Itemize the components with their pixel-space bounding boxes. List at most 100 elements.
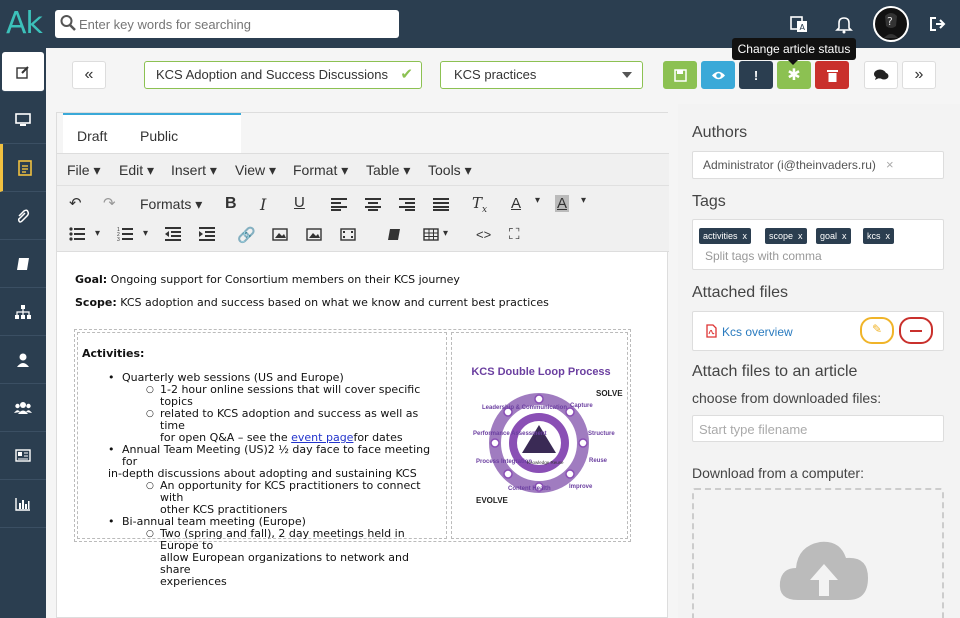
remove-author-icon[interactable]: ×: [886, 157, 894, 172]
category-select[interactable]: KCS practices: [440, 61, 643, 89]
preview-button[interactable]: [701, 61, 735, 89]
important-button[interactable]: !: [739, 61, 773, 89]
formats-dropdown[interactable]: Formats ▾: [140, 196, 202, 213]
activities-cell[interactable]: Activities: Quarterly web sessions (US a…: [77, 332, 447, 588]
fullscreen-icon[interactable]: ⛶: [509, 226, 520, 243]
app-logo[interactable]: Ak: [6, 6, 43, 41]
tab-public-version[interactable]: Public version: [126, 113, 241, 186]
redo-icon[interactable]: ↷: [103, 194, 116, 212]
back-button[interactable]: «: [72, 61, 106, 89]
outdent-icon[interactable]: [165, 227, 181, 241]
scope-label: Scope:: [75, 296, 117, 309]
list-item: An opportunity for KCS practitioners to …: [82, 480, 442, 504]
italic-icon[interactable]: I: [260, 195, 266, 214]
search-box[interactable]: [55, 10, 399, 38]
sidebar-item-users[interactable]: [0, 384, 46, 432]
sidebar-item-user[interactable]: [0, 336, 46, 384]
authors-field[interactable]: Administrator (i@theinvaders.ru) ×: [692, 151, 944, 179]
diagram-cell[interactable]: KCS Double Loop Process SOLVE EVOLVE Cap…: [451, 332, 628, 539]
bullet-list-dropdown[interactable]: ▾: [95, 228, 100, 239]
attached-files-heading: Attached files: [692, 284, 789, 301]
tag-remove-icon[interactable]: x: [842, 231, 847, 241]
logout-icon[interactable]: [928, 14, 948, 34]
template-book-icon[interactable]: [387, 228, 401, 241]
user-avatar[interactable]: ?: [873, 6, 909, 42]
tag-remove-icon[interactable]: x: [743, 231, 748, 241]
align-justify-icon[interactable]: [433, 198, 449, 211]
menu-insert[interactable]: Insert ▾: [171, 162, 217, 179]
code-icon[interactable]: <>: [476, 227, 491, 242]
sidebar-item-book[interactable]: [0, 240, 46, 288]
menu-edit-label: Edit: [119, 162, 144, 178]
file-link[interactable]: Kcs overview: [722, 325, 793, 339]
comments-button[interactable]: [864, 61, 898, 89]
clear-format-icon[interactable]: Tx: [472, 194, 487, 215]
content-table: Activities: Quarterly web sessions (US a…: [74, 329, 631, 588]
sidebar-item-structure[interactable]: [0, 288, 46, 336]
article-title-value: KCS Adoption and Success Discussions: [156, 67, 388, 82]
tag-activities[interactable]: activities x: [699, 228, 752, 244]
bell-icon[interactable]: [834, 14, 854, 34]
menu-format[interactable]: Format ▾: [293, 162, 348, 179]
upload-dropzone[interactable]: [692, 488, 944, 618]
tag-scope[interactable]: scope x: [765, 228, 807, 244]
svg-text:A: A: [800, 23, 806, 32]
table-dropdown[interactable]: ▾: [443, 228, 448, 239]
translate-icon[interactable]: A: [789, 14, 809, 34]
save-button[interactable]: [663, 61, 697, 89]
remove-file-button[interactable]: [899, 317, 933, 344]
menu-view[interactable]: View ▾: [235, 162, 276, 179]
diagram-structure: Structure: [588, 431, 615, 437]
editor-content[interactable]: Goal: Ongoing support for Consortium mem…: [75, 273, 655, 319]
sidebar-item-stats[interactable]: [0, 480, 46, 528]
align-center-icon[interactable]: [365, 198, 381, 211]
tag-goal[interactable]: goal x: [816, 228, 851, 244]
align-right-icon[interactable]: [399, 198, 415, 211]
category-value: KCS practices: [454, 67, 537, 82]
bg-color-icon[interactable]: A: [555, 195, 570, 212]
media-icon[interactable]: [340, 228, 356, 241]
menu-file[interactable]: File ▾: [67, 162, 100, 179]
tag-remove-icon[interactable]: x: [798, 231, 803, 241]
image-gallery-icon[interactable]: [306, 228, 322, 241]
bullet-list-icon[interactable]: [69, 227, 85, 241]
sidebar-item-news[interactable]: [0, 432, 46, 480]
tag-remove-icon[interactable]: x: [886, 231, 891, 241]
bold-icon[interactable]: B: [225, 195, 237, 213]
tag-kcs[interactable]: kcs x: [863, 228, 895, 244]
activities-label: Activities:: [82, 347, 145, 360]
undo-icon[interactable]: ↶: [69, 194, 82, 212]
book-icon: [17, 257, 29, 270]
sidebar-item-attachments[interactable]: [0, 192, 46, 240]
bg-color-dropdown[interactable]: ▾: [581, 195, 586, 206]
numbered-list-dropdown[interactable]: ▾: [143, 228, 148, 239]
menu-tools[interactable]: Tools ▾: [428, 162, 472, 179]
table-icon[interactable]: [423, 228, 439, 241]
menu-edit[interactable]: Edit ▾: [119, 162, 154, 179]
tab-draft[interactable]: Draft: [63, 113, 126, 153]
sidebar-item-desktop[interactable]: [0, 96, 46, 144]
filename-input[interactable]: Start type filename: [692, 415, 944, 442]
sidebar-item-edit[interactable]: [2, 52, 44, 92]
delete-button[interactable]: [815, 61, 849, 89]
editor-menubar: File ▾ Edit ▾ Insert ▾ View ▾ Format ▾ T…: [57, 153, 669, 186]
edit-file-button[interactable]: ✎: [860, 317, 894, 344]
align-left-icon[interactable]: [331, 198, 347, 211]
link-icon[interactable]: 🔗: [237, 226, 256, 244]
list-item: 1-2 hour online sessions that will cover…: [82, 384, 442, 408]
search-input[interactable]: [79, 14, 389, 34]
list-item-cont: allow European organizations to network …: [160, 551, 409, 576]
tags-field[interactable]: activities x scope x goal x kcs x Split …: [692, 219, 944, 270]
numbered-list-icon[interactable]: 123: [117, 227, 133, 241]
menu-table[interactable]: Table ▾: [366, 162, 410, 179]
article-title-input[interactable]: KCS Adoption and Success Discussions ✔: [144, 61, 422, 89]
change-status-button[interactable]: ✱: [777, 61, 811, 89]
forward-button[interactable]: »: [902, 61, 936, 89]
indent-icon[interactable]: [199, 227, 215, 241]
authors-heading: Authors: [692, 124, 748, 141]
text-color-icon[interactable]: A: [511, 195, 521, 212]
underline-icon[interactable]: U: [294, 194, 305, 211]
sidebar-item-articles[interactable]: [0, 144, 46, 192]
image-icon[interactable]: [272, 228, 288, 241]
text-color-dropdown[interactable]: ▾: [535, 195, 540, 206]
